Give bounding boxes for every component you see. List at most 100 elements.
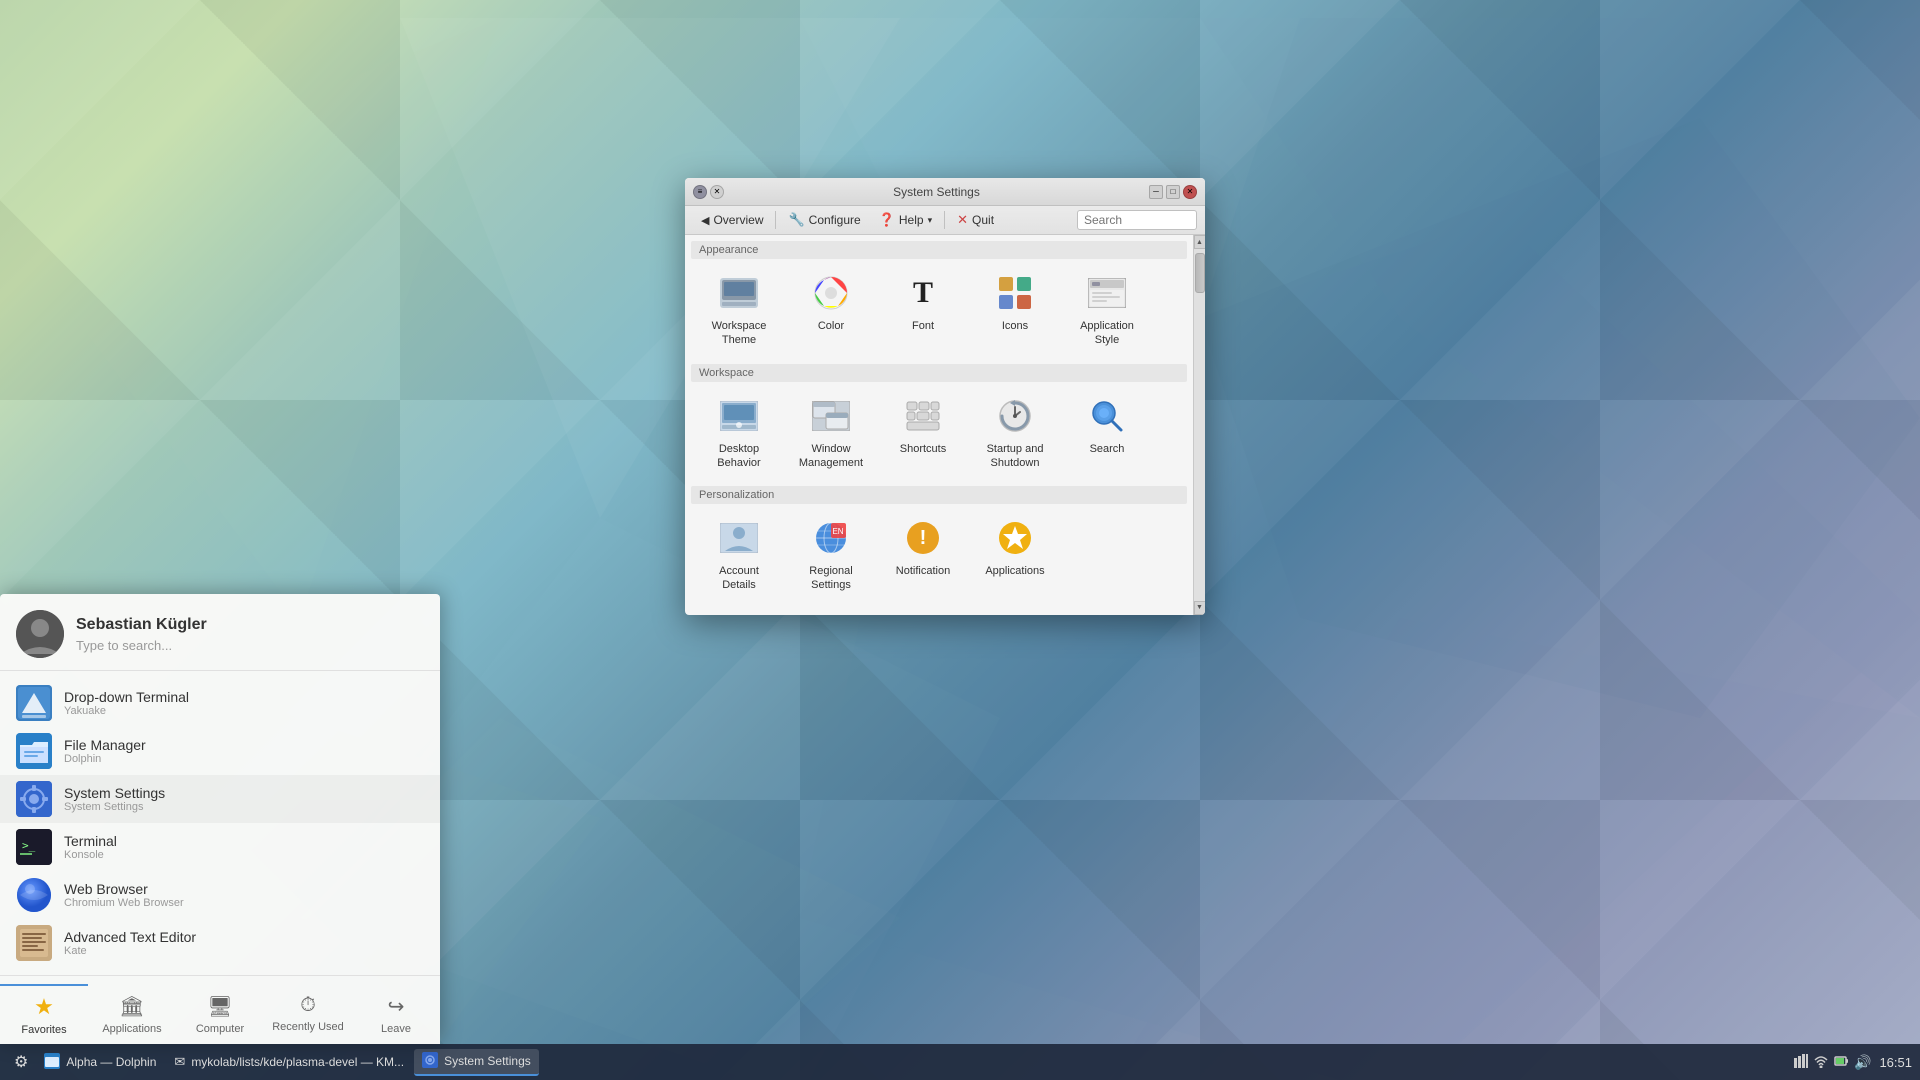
tab-applications[interactable]: 🏛 Applications (88, 984, 176, 1040)
app-item-system-settings[interactable]: System Settings System Settings (0, 775, 440, 823)
wifi-icon[interactable] (1814, 1054, 1828, 1071)
application-style-item[interactable]: ApplicationStyle (1063, 265, 1151, 356)
file-manager-desc: Dolphin (64, 753, 424, 765)
window-scrollbar[interactable]: ▲ ▼ (1193, 235, 1205, 615)
back-button[interactable]: ◀ Overview (693, 210, 771, 230)
search-item[interactable]: Search (1063, 388, 1151, 479)
leave-icon: ↪ (388, 994, 405, 1019)
search-input[interactable] (1077, 210, 1197, 230)
terminal-desc: Konsole (64, 849, 424, 861)
recently-used-icon: ⏱ (300, 994, 316, 1017)
window-titlebar: ≡ ✕ System Settings ─ □ ✕ (685, 178, 1205, 206)
tab-leave[interactable]: ↪ Leave (352, 984, 440, 1040)
taskbar-item-kmail[interactable]: ✉ mykolab/lists/kde/plasma-devel — KM... (166, 1051, 412, 1073)
window-minimize-button[interactable]: ─ (1149, 185, 1163, 199)
window-controls: ≡ ✕ (693, 185, 724, 199)
kde-logo-icon: ⚙ (14, 1052, 28, 1072)
window-close-button[interactable]: ✕ (710, 185, 724, 199)
app-item-web-browser[interactable]: Web Browser Chromium Web Browser (0, 871, 440, 919)
taskbar-right: 🔊 16:51 (1794, 1054, 1912, 1071)
notification-label: Notification (896, 564, 950, 578)
color-item[interactable]: Color (787, 265, 875, 356)
account-details-item[interactable]: AccountDetails (695, 510, 783, 601)
scroll-up-button[interactable]: ▲ (1194, 235, 1206, 249)
notification-icon: ! (903, 518, 943, 558)
username-label: Sebastian Kügler (76, 616, 424, 634)
launcher-footer: ★ Favorites 🏛 Applications 🖥 Computer ⏱ … (0, 975, 440, 1044)
text-editor-text: Advanced Text Editor Kate (64, 929, 424, 957)
font-item[interactable]: T Font (879, 265, 967, 356)
window-management-item[interactable]: WindowManagement (787, 388, 875, 479)
window-x-button[interactable]: ✕ (1183, 185, 1197, 199)
applications-settings-item[interactable]: Applications (971, 510, 1059, 601)
workspace-theme-item[interactable]: WorkspaceTheme (695, 265, 783, 356)
window-menu-button[interactable]: ≡ (693, 185, 707, 199)
app-item-file-manager[interactable]: File Manager Dolphin (0, 727, 440, 775)
file-manager-icon (16, 733, 52, 769)
applications-icon: 🏛 (119, 994, 144, 1019)
web-browser-text: Web Browser Chromium Web Browser (64, 881, 424, 909)
app-item-dropdown-terminal[interactable]: Drop-down Terminal Yakuake (0, 679, 440, 727)
configure-button[interactable]: 🔧 Configure (780, 209, 868, 231)
appearance-grid: WorkspaceTheme (691, 265, 1187, 356)
system-settings-window: ≡ ✕ System Settings ─ □ ✕ ◀ Overview 🔧 C… (685, 178, 1205, 615)
svg-text:!: ! (920, 527, 927, 549)
shortcuts-label: Shortcuts (900, 442, 946, 456)
quit-label: Quit (972, 213, 994, 227)
launcher-header: Sebastian Kügler Type to search... (0, 594, 440, 671)
workspace-theme-label: WorkspaceTheme (712, 319, 767, 348)
volume-icon[interactable]: 🔊 (1854, 1054, 1871, 1071)
scroll-thumb[interactable] (1195, 253, 1205, 293)
icons-label: Icons (1002, 319, 1028, 333)
window-maximize-button[interactable]: □ (1166, 185, 1180, 199)
taskbar-item-system-settings[interactable]: System Settings (414, 1049, 539, 1076)
scroll-track (1194, 249, 1206, 601)
leave-label: Leave (381, 1023, 411, 1035)
quit-button[interactable]: ✕ Quit (949, 209, 1002, 231)
tab-recently-used[interactable]: ⏱ Recently Used (264, 984, 352, 1040)
scroll-down-button[interactable]: ▼ (1194, 601, 1206, 615)
launcher-apps-list: Drop-down Terminal Yakuake File Manager … (0, 671, 440, 975)
appearance-section-header: Appearance (691, 241, 1187, 259)
personalization-section-header: Personalization (691, 486, 1187, 504)
tab-favorites[interactable]: ★ Favorites (0, 984, 88, 1040)
window-content-area: Appearance WorkspaceTheme (685, 235, 1205, 615)
favorites-icon: ★ (34, 994, 54, 1020)
taskbar-item-dolphin[interactable]: Alpha — Dolphin (36, 1050, 164, 1075)
desktop-behavior-icon (719, 396, 759, 436)
search-label: Search (1090, 442, 1125, 456)
favorites-label: Favorites (21, 1024, 66, 1036)
notification-item[interactable]: ! Notification (879, 510, 967, 601)
computer-icon: 🖥 (207, 994, 232, 1019)
applications-settings-icon (995, 518, 1035, 558)
system-settings-text: System Settings System Settings (64, 785, 424, 813)
dropdown-terminal-desc: Yakuake (64, 705, 424, 717)
app-item-text-editor[interactable]: Advanced Text Editor Kate (0, 919, 440, 967)
taskbar-left: ⚙ Alpha — Dolphin ✉ mykolab/lists/kde/pl… (8, 1049, 539, 1076)
text-editor-desc: Kate (64, 945, 424, 957)
battery-icon[interactable] (1834, 1054, 1848, 1071)
tab-computer[interactable]: 🖥 Computer (176, 984, 264, 1040)
dropdown-terminal-text: Drop-down Terminal Yakuake (64, 689, 424, 717)
regional-settings-item[interactable]: EN RegionalSettings (787, 510, 875, 601)
kde-menu-button[interactable]: ⚙ (8, 1049, 34, 1075)
terminal-icon: >_ (16, 829, 52, 865)
network-manager-icon[interactable] (1794, 1054, 1808, 1071)
svg-text:EN: EN (832, 527, 843, 536)
system-settings-taskbar-icon (422, 1052, 438, 1071)
help-dropdown-icon: ▾ (928, 215, 933, 226)
app-item-terminal[interactable]: >_ Terminal Konsole (0, 823, 440, 871)
desktop-behavior-item[interactable]: DesktopBehavior (695, 388, 783, 479)
dolphin-taskbar-icon (44, 1053, 60, 1072)
startup-shutdown-item[interactable]: Startup andShutdown (971, 388, 1059, 479)
icons-item[interactable]: Icons (971, 265, 1059, 356)
dropdown-terminal-name: Drop-down Terminal (64, 689, 424, 705)
settings-scroll-area[interactable]: Appearance WorkspaceTheme (685, 235, 1193, 615)
web-browser-icon (16, 877, 52, 913)
workspace-section: Workspace DesktopBehavior (691, 364, 1187, 479)
shortcuts-item[interactable]: Shortcuts (879, 388, 967, 479)
search-hint[interactable]: Type to search... (76, 638, 424, 653)
toolbar-separator-2 (944, 211, 945, 229)
computer-label: Computer (196, 1023, 244, 1035)
help-button[interactable]: ❓ Help ▾ (871, 209, 940, 231)
